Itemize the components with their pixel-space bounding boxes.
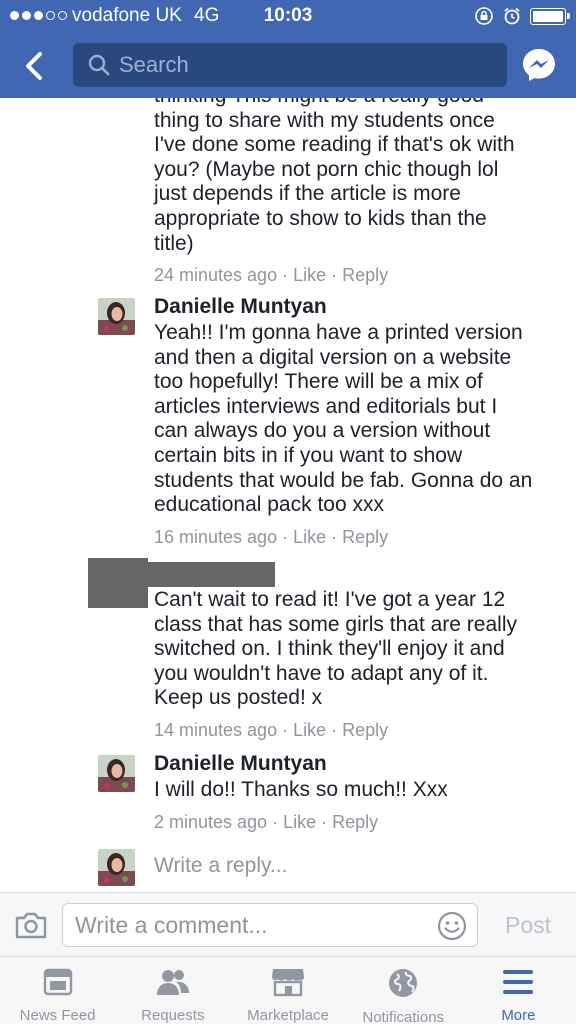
friend-requests-icon	[156, 967, 190, 997]
search-icon	[87, 53, 111, 77]
tab-news-feed[interactable]: News Feed	[0, 957, 115, 1024]
globe-icon	[386, 967, 420, 999]
post-button[interactable]: Post	[490, 909, 566, 941]
comment-item: Danielle Muntyan I will do!! Thanks so m…	[154, 751, 564, 833]
comment-author[interactable]: Danielle Muntyan	[154, 294, 564, 320]
avatar[interactable]	[98, 755, 135, 792]
bottom-tab-bar: News Feed Requests Marketplace Notificat…	[0, 956, 576, 1024]
tab-label: More	[501, 1007, 536, 1024]
marketplace-icon	[271, 967, 305, 997]
comment-author[interactable]: Danielle Muntyan	[154, 751, 564, 777]
reply-link[interactable]: Reply	[342, 265, 388, 285]
avatar[interactable]	[98, 298, 135, 335]
tab-label: Requests	[141, 1007, 205, 1024]
comment-line: class that has some girls that are reall…	[154, 612, 517, 636]
comment-line: I've done some reading if that's ok with	[154, 133, 515, 157]
comment-meta: 14 minutes ago · Like · Reply	[154, 719, 389, 740]
comment-line: certain bits in if you want to show	[154, 443, 463, 467]
emoji-button[interactable]	[437, 911, 467, 941]
comment-line: I will do!! Thanks so much!! Xxx	[154, 778, 448, 801]
tab-marketplace[interactable]: Marketplace	[230, 957, 345, 1024]
comment-line: title)	[154, 231, 194, 255]
battery-icon	[530, 7, 570, 25]
comment-item: Can't wait to read it! I've got a year 1…	[154, 588, 564, 741]
back-button[interactable]	[16, 46, 52, 86]
reply-input[interactable]	[154, 848, 554, 884]
like-link[interactable]: Like	[293, 527, 326, 547]
like-link[interactable]: Like	[293, 265, 326, 285]
status-bar: vodafone UK 4G 10:03	[0, 0, 576, 32]
my-avatar	[98, 849, 135, 886]
news-feed-icon	[41, 967, 75, 997]
comment-line: you wouldn't have to adapt any of it.	[154, 661, 489, 685]
comment-line: and then a digital version on a website	[154, 345, 512, 369]
smiley-icon	[437, 911, 467, 941]
reply-link[interactable]: Reply	[342, 527, 388, 547]
rotation-lock-icon	[475, 7, 493, 25]
comment-meta: 24 minutes ago · Like · Reply	[154, 265, 389, 286]
like-link[interactable]: Like	[293, 720, 326, 740]
comment-item: Danielle Muntyan Yeah!! I'm gonna have a…	[154, 294, 564, 548]
comment-time: 24 minutes ago	[154, 265, 278, 286]
back-chevron-icon	[26, 52, 42, 80]
comment-line: thinking This might be a really good	[154, 98, 564, 109]
comment-field[interactable]	[62, 903, 478, 947]
like-link[interactable]: Like	[283, 812, 316, 832]
comment-line: appropriate to show to kids than the	[154, 206, 487, 230]
hamburger-menu-icon	[501, 967, 535, 997]
comment-line: articles interviews and editorials but I	[154, 394, 498, 418]
comment-composer: Post	[0, 892, 576, 956]
comment-text: I will do!! Thanks so much!! Xxx	[154, 778, 564, 803]
comment-text: Yeah!! I'm gonna have a printed version …	[154, 321, 564, 518]
tab-label: Notifications	[362, 1009, 445, 1024]
comment-line: thing to share with my students once	[154, 108, 495, 132]
tab-requests[interactable]: Requests	[115, 957, 230, 1024]
tab-more[interactable]: More	[461, 957, 576, 1024]
tab-label: News Feed	[19, 1007, 96, 1024]
reply-link[interactable]: Reply	[342, 720, 388, 740]
comment-line: Can't wait to read it! I've got a year 1…	[154, 588, 506, 611]
comment-text: Can't wait to read it! I've got a year 1…	[154, 588, 564, 711]
reply-row	[0, 848, 576, 888]
comment-line: too hopefully! There will be a mix of	[154, 370, 483, 394]
top-header: vodafone UK 4G 10:03	[0, 0, 576, 98]
comment-time: 2 minutes ago	[154, 811, 268, 832]
comment-time: 14 minutes ago	[154, 719, 278, 740]
comment-line: switched on. I think they'll enjoy it an…	[154, 637, 505, 661]
redacted-avatar	[88, 558, 148, 608]
alarm-icon	[504, 7, 520, 25]
reply-link[interactable]: Reply	[332, 812, 378, 832]
comment-line: you? (Maybe not porn chic though lol	[154, 157, 499, 181]
comment-meta: 2 minutes ago · Like · Reply	[154, 811, 379, 832]
comment-line: students that would be fab. Gonna do an	[154, 468, 533, 492]
messenger-button[interactable]	[520, 46, 558, 84]
camera-icon	[15, 912, 47, 939]
tab-notifications[interactable]: Notifications	[346, 957, 461, 1024]
comment-thread: thinking This might be a really good thi…	[0, 98, 576, 892]
comment-line: can always do you a version without	[154, 419, 491, 443]
tab-label: Marketplace	[247, 1007, 329, 1024]
search-bar[interactable]	[73, 43, 507, 87]
comment-line: educational pack too xxx	[154, 493, 384, 517]
camera-button[interactable]	[14, 910, 48, 940]
comment-meta: 16 minutes ago · Like · Reply	[154, 526, 389, 547]
messenger-icon	[523, 49, 555, 81]
comment-line: just depends if the article is more	[154, 182, 461, 206]
comment-line: Keep us posted! x	[154, 686, 323, 710]
comment-text: thinking This might be a really good thi…	[154, 98, 564, 256]
comment-line: Yeah!! I'm gonna have a printed version	[154, 321, 523, 344]
comment-item: thinking This might be a really good thi…	[154, 98, 564, 286]
comment-time: 16 minutes ago	[154, 526, 278, 547]
search-input[interactable]	[119, 52, 499, 78]
redacted-author-name	[148, 562, 275, 587]
comment-input[interactable]	[75, 910, 425, 940]
